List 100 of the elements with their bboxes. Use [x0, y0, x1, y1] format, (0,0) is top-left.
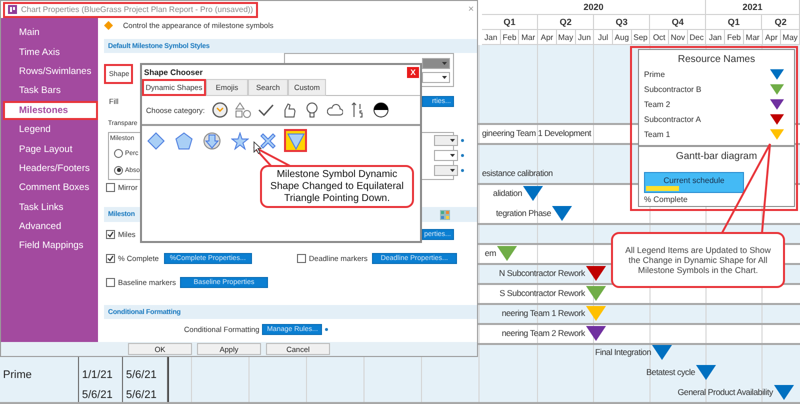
year-header: 2020: [482, 0, 706, 14]
checkbox[interactable]: [106, 182, 115, 192]
sidebar-item[interactable]: Task Links: [3, 198, 98, 217]
sidebar-item[interactable]: Page Layout: [3, 139, 98, 159]
task-label: neering Team 1 Rework: [502, 308, 585, 318]
quarter-header: Q2: [538, 15, 594, 29]
dropdown[interactable]: [434, 135, 458, 146]
checkbox[interactable]: [296, 254, 306, 262]
dropdown-arrow-icon: [450, 169, 455, 172]
checkbox[interactable]: [106, 278, 115, 286]
sidebar-item[interactable]: Rows/Swimlanes: [3, 62, 98, 82]
month-header: Feb: [500, 30, 520, 44]
month-header: Jan: [706, 30, 726, 44]
start-date: 5/6/21: [82, 388, 114, 403]
checkbox[interactable]: [106, 254, 115, 262]
start-date: 1/1/21: [82, 368, 114, 383]
legend-label: Prime: [644, 70, 665, 79]
diamond-icon: [104, 21, 113, 30]
dropdown[interactable]: [434, 165, 458, 176]
month-header: Mar: [744, 30, 763, 44]
close-button[interactable]: ×: [465, 4, 477, 15]
year-header: 2021: [706, 0, 800, 14]
bulb-icon[interactable]: [304, 102, 320, 118]
month-header: Jul: [594, 30, 613, 44]
dropdown-arrow-icon: [450, 139, 455, 142]
indicator-dot: [461, 169, 464, 172]
dropdown[interactable]: [422, 72, 450, 82]
legend-label: Team 2: [644, 100, 670, 109]
month-header: Nov: [669, 30, 688, 44]
dropdown[interactable]: [434, 150, 458, 161]
month-header: Mar: [519, 30, 538, 44]
task-label: em: [484, 248, 496, 258]
grid-icon: [440, 210, 450, 220]
task-label: esistance calibration: [482, 168, 553, 178]
month-header: Aug: [612, 30, 632, 44]
sidebar-item[interactable]: Milestones: [3, 100, 98, 120]
dropdown-arrow-icon: [442, 76, 447, 78]
resource-name: Prime: [3, 368, 33, 383]
quarter-header: Q3: [594, 15, 650, 29]
month-header: Feb: [725, 30, 744, 44]
legend-label: Team 1: [644, 130, 670, 139]
month-header: Apr: [538, 30, 557, 44]
shape-option[interactable]: [284, 129, 307, 152]
legend-label: % Complete: [644, 195, 689, 204]
end-date: 5/6/21: [126, 368, 158, 383]
sidebar-item[interactable]: Time Axis: [3, 42, 98, 62]
sidebar-item[interactable]: Main: [3, 23, 98, 42]
quarter-header: Q2: [762, 15, 800, 29]
dropdown-arrow-icon: [442, 62, 447, 64]
month-header: May: [556, 30, 576, 44]
task-label: tegration Phase: [496, 208, 551, 218]
cursor-icon: [254, 141, 262, 154]
sidebar-item[interactable]: Field Mappings: [3, 236, 98, 256]
indicator-dot: [461, 154, 464, 157]
shapes-icon[interactable]: [234, 102, 251, 118]
window-title: Shape Chooser: [144, 68, 203, 76]
month-header: Apr: [762, 30, 782, 44]
sidebar-item[interactable]: Advanced: [3, 216, 98, 236]
bar-label: Current schedule: [664, 176, 724, 187]
task-label: General Product Availability: [678, 387, 773, 397]
legend-label: Subcontractor B: [644, 85, 702, 94]
indicator-dot: [325, 328, 328, 330]
sidebar-item[interactable]: Task Bars: [3, 81, 98, 101]
month-header: Jun: [576, 30, 594, 44]
sidebar-item[interactable]: Comment Boxes: [3, 178, 98, 198]
legend-title: Gantt-bar diagram: [674, 150, 758, 164]
task-label: gineering Team 1 Development: [482, 128, 592, 138]
shape-option[interactable]: [228, 129, 251, 152]
legend-title: Resource Names: [676, 53, 756, 67]
legend-label: Subcontractor A: [644, 115, 701, 124]
month-header: May: [781, 30, 800, 44]
cloud-icon[interactable]: [326, 102, 343, 118]
indicator-dot: [461, 139, 464, 142]
month-header: Jan: [482, 30, 501, 44]
task-label: Betatest cycle: [646, 367, 695, 377]
task-label: N Subcontractor Rework: [499, 268, 585, 278]
quarter-header: Q1: [482, 15, 538, 29]
month-header: Oct: [650, 30, 670, 44]
month-header: Dec: [688, 30, 706, 44]
dropdown[interactable]: [422, 58, 450, 68]
radio-button[interactable]: [114, 148, 123, 158]
quarter-header: Q4: [650, 15, 706, 29]
checkbox[interactable]: [106, 230, 115, 238]
sidebar-item[interactable]: Headers/Footers: [3, 158, 98, 178]
half-circle-icon[interactable]: [372, 102, 389, 118]
task-label: Final Integration: [595, 347, 651, 357]
sidebar-item[interactable]: Legend: [3, 120, 98, 140]
close-button[interactable]: X: [407, 66, 419, 78]
radio-button[interactable]: [114, 166, 123, 174]
task-label: S Subcontractor Rework: [499, 288, 585, 298]
end-date: 5/6/21: [126, 388, 158, 403]
quarter-header: Q1: [706, 15, 762, 29]
task-label: alidation: [493, 188, 522, 198]
app-icon: [8, 5, 17, 14]
clock-icon[interactable]: [212, 102, 228, 118]
check-icon[interactable]: [258, 102, 274, 118]
month-header: Sep: [632, 30, 650, 44]
window-title: Chart Properties (BlueGrass Project Plan Report - Pro (unsaved)): [21, 5, 254, 14]
dropdown-arrow-icon: [450, 154, 455, 157]
task-label: neering Team 2 Rework: [502, 328, 585, 338]
